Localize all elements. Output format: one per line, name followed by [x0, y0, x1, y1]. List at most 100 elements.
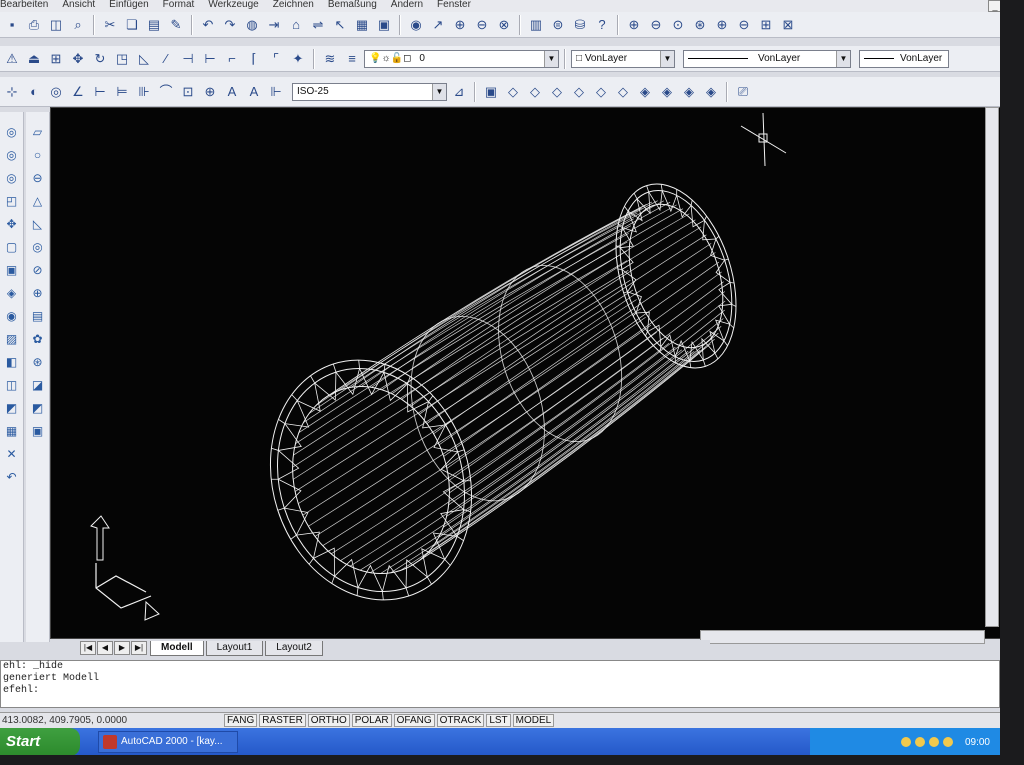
tray-icon[interactable]: [914, 737, 925, 747]
line-icon[interactable]: ⁄: [156, 49, 176, 69]
right-view-icon[interactable]: ◇: [569, 82, 589, 102]
cut-icon[interactable]: ✂: [100, 15, 120, 35]
dim-text-edit-icon[interactable]: A: [244, 82, 264, 102]
zoom-dynamic-icon[interactable]: ⊖: [734, 15, 754, 35]
extrude-icon[interactable]: ▣: [2, 260, 22, 280]
edge-icon[interactable]: ◩: [28, 398, 48, 418]
intersect-icon[interactable]: ▦: [2, 421, 22, 441]
tracking-icon[interactable]: ⇌: [308, 15, 328, 35]
globe-icon[interactable]: ◍: [242, 15, 262, 35]
subtract-icon[interactable]: ◩: [2, 398, 22, 418]
model-toggle[interactable]: MODEL: [512, 714, 555, 727]
ortho-toggle[interactable]: ORTHO: [307, 714, 350, 727]
dim-style-icon[interactable]: ⊿: [449, 82, 469, 102]
menu-fenster[interactable]: Fenster: [437, 0, 471, 12]
stretch-icon[interactable]: ◺: [134, 49, 154, 69]
erase-icon[interactable]: ✕: [2, 444, 22, 464]
nw-iso-icon[interactable]: ◈: [701, 82, 721, 102]
dimstyle-dropdown[interactable]: ISO-25 ▼: [292, 82, 447, 101]
database-icon[interactable]: ⛁: [570, 15, 590, 35]
chamfer-icon[interactable]: ⌈: [244, 49, 264, 69]
raster-toggle[interactable]: RASTER: [259, 714, 306, 727]
edgesurf-icon[interactable]: ✿: [28, 329, 48, 349]
grid-icon[interactable]: ⊞: [46, 49, 66, 69]
layer-previous-icon[interactable]: ≡: [342, 49, 362, 69]
ucs-origin-icon[interactable]: ⊹: [2, 82, 22, 102]
zoom-scale-icon[interactable]: ⊕: [712, 15, 732, 35]
zoom-out-icon[interactable]: ⊖: [646, 15, 666, 35]
zoom-all-icon[interactable]: ⊙: [668, 15, 688, 35]
horizontal-scrollbar[interactable]: [700, 630, 985, 644]
front-view-icon[interactable]: ◇: [591, 82, 611, 102]
menu-format[interactable]: Format: [163, 0, 195, 12]
dbconnect-icon[interactable]: ⊜: [548, 15, 568, 35]
bottom-view-icon[interactable]: ◇: [525, 82, 545, 102]
zoom-window-icon[interactable]: ⊕: [450, 15, 470, 35]
box-surface-icon[interactable]: ▱: [28, 122, 48, 142]
ship-icon[interactable]: ⏏: [24, 49, 44, 69]
baseline-dim-icon[interactable]: ⊪: [134, 82, 154, 102]
slice-icon[interactable]: ◉: [2, 306, 22, 326]
torus-icon[interactable]: ▢: [2, 237, 22, 257]
copy-icon[interactable]: ❏: [122, 15, 142, 35]
explode-icon[interactable]: ✦: [288, 49, 308, 69]
menu-einfuegen[interactable]: Einfügen: [109, 0, 148, 12]
camera-icon[interactable]: ⎚: [733, 82, 753, 102]
pan-icon[interactable]: ◉: [406, 15, 426, 35]
zoom-object-icon[interactable]: ⊠: [778, 15, 798, 35]
menu-zeichnen[interactable]: Zeichnen: [273, 0, 314, 12]
top-view-icon[interactable]: ◇: [503, 82, 523, 102]
rulesurf-icon[interactable]: ▤: [28, 306, 48, 326]
layer-dropdown[interactable]: 💡☼🔓◻ 0 ▼: [364, 49, 559, 68]
table-icon[interactable]: ▥: [526, 15, 546, 35]
orbit-icon[interactable]: ◎: [46, 82, 66, 102]
tab-layout2[interactable]: Layout2: [265, 640, 323, 656]
preview-icon[interactable]: ◫: [46, 15, 66, 35]
polar-toggle[interactable]: POLAR: [351, 714, 392, 727]
aerial-view-icon[interactable]: ⊞: [756, 15, 776, 35]
named-views-icon[interactable]: ▣: [481, 82, 501, 102]
move-icon[interactable]: ✥: [68, 49, 88, 69]
zoom-realtime-icon[interactable]: ↗: [428, 15, 448, 35]
3dmesh-icon[interactable]: ▣: [28, 421, 48, 441]
section-icon[interactable]: ▨: [2, 329, 22, 349]
arc-icon[interactable]: ⌒: [156, 82, 176, 102]
lineweight-dropdown[interactable]: VonLayer: [859, 49, 949, 68]
menu-bearbeiten[interactable]: Bearbeiten: [0, 0, 48, 12]
chevron-down-icon[interactable]: ▼: [544, 50, 558, 67]
aligned-dim-icon[interactable]: ⊨: [112, 82, 132, 102]
interfere-icon[interactable]: ◧: [2, 352, 22, 372]
match-properties-icon[interactable]: ✎: [166, 15, 186, 35]
chevron-down-icon[interactable]: ▼: [660, 50, 674, 67]
tray-icon[interactable]: [900, 737, 911, 747]
next-tab-button[interactable]: ▶: [114, 641, 130, 655]
sphere-icon[interactable]: ◎: [2, 145, 22, 165]
wedge-icon[interactable]: ✥: [2, 214, 22, 234]
rotate-icon[interactable]: ↻: [90, 49, 110, 69]
find-icon[interactable]: ⌕: [68, 15, 88, 35]
chevron-down-icon[interactable]: ▼: [836, 50, 850, 67]
linear-dim-icon[interactable]: ⊢: [90, 82, 110, 102]
sw-iso-icon[interactable]: ◈: [635, 82, 655, 102]
taskbar-item-autocad[interactable]: AutoCAD 2000 - [kay...: [98, 731, 238, 753]
menu-bemassung[interactable]: Bemaßung: [328, 0, 377, 12]
mesh-icon[interactable]: ⊛: [28, 352, 48, 372]
extend-icon[interactable]: ⊢: [200, 49, 220, 69]
osnap-icon[interactable]: ⇥: [264, 15, 284, 35]
chevron-down-icon[interactable]: ▼: [432, 83, 446, 100]
properties-icon[interactable]: ▦: [352, 15, 372, 35]
tray-icon[interactable]: [942, 737, 953, 747]
pyramid-icon[interactable]: △: [28, 191, 48, 211]
cylinder-icon[interactable]: ◎: [2, 168, 22, 188]
redo-icon[interactable]: ↷: [220, 15, 240, 35]
color-dropdown[interactable]: □ VonLayer ▼: [571, 49, 675, 68]
dome-icon[interactable]: ⊖: [28, 168, 48, 188]
zoom-in-icon[interactable]: ⊕: [624, 15, 644, 35]
layers-icon[interactable]: ≋: [320, 49, 340, 69]
revsurf-icon[interactable]: ⊘: [28, 260, 48, 280]
se-iso-icon[interactable]: ◈: [657, 82, 677, 102]
print-icon[interactable]: ⎙: [24, 15, 44, 35]
zoom-previous-icon[interactable]: ⊖: [472, 15, 492, 35]
start-button[interactable]: Start: [0, 728, 80, 756]
command-window[interactable]: ehl: _hide generiert Modell efehl:: [0, 660, 1000, 708]
